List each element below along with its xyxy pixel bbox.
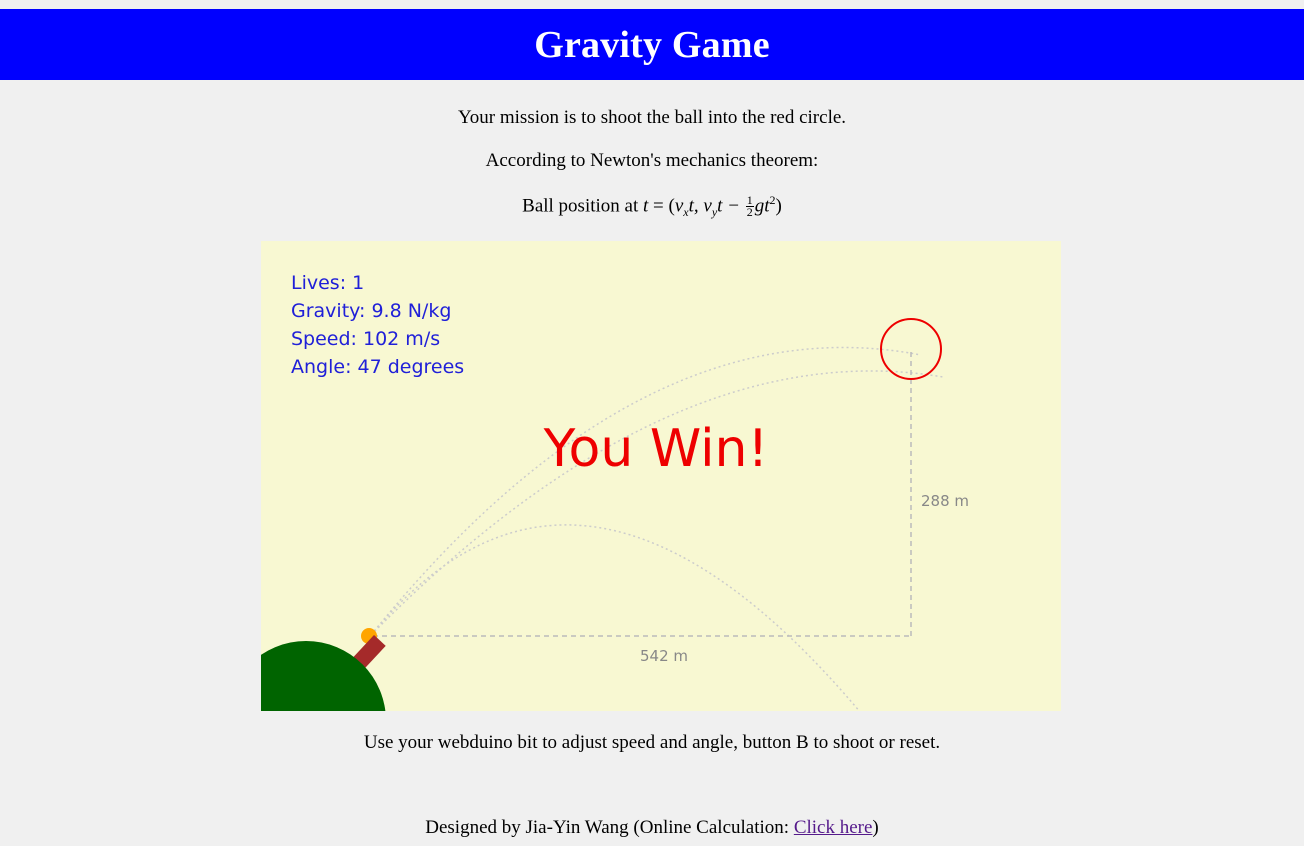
stats-panel: Lives: 1 Gravity: 9.8 N/kg Speed: 102 m/… [291,269,464,381]
footer-credit-suffix: ) [872,817,879,838]
online-calculation-link[interactable]: Click here [794,817,873,838]
vertical-distance-label: 288 m [921,492,970,510]
trajectory-winning [370,370,944,636]
trajectory-high [370,346,922,636]
formula-gt: gt [754,195,770,217]
trajectory-low [370,524,861,711]
formula-t2: t − [717,195,745,217]
formula-line: Ball position at t = (vxt, vyt − 1 2 gt2) [0,193,1304,220]
formula-eq: = ( [648,195,675,217]
formula-half-den: 2 [746,205,753,220]
instructions-text: Use your webduino bit to adjust speed an… [363,732,941,753]
formula-close: ) [775,195,782,217]
page-title: Gravity Game [534,23,770,66]
footer-credit-prefix: Designed by Jia-Yin Wang (Online Calcula… [425,817,794,838]
formula-prefix: Ball position at [522,195,643,217]
speed-text: Speed: 102 m/s [291,328,441,350]
page-header: Gravity Game [0,9,1304,80]
footer-credit: Designed by Jia-Yin Wang (Online Calcula… [0,817,1304,839]
lives-text: Lives: 1 [291,272,365,294]
formula-vx: v [674,195,684,217]
formula-vy: v [703,195,712,217]
angle-text: Angle: 47 degrees [291,356,465,378]
theorem-text: According to Newton's mechanics theorem: [485,150,819,171]
horizontal-distance-label: 542 m [640,647,689,665]
gravity-text: Gravity: 9.8 N/kg [291,300,452,322]
mission-text: Your mission is to shoot the ball into t… [457,107,847,128]
game-canvas[interactable]: Lives: 1 Gravity: 9.8 N/kg Speed: 102 m/… [261,241,1061,711]
formula-t1: t, [688,195,704,217]
win-message: You Win! [543,419,769,479]
formula-half: 12 [745,194,754,220]
